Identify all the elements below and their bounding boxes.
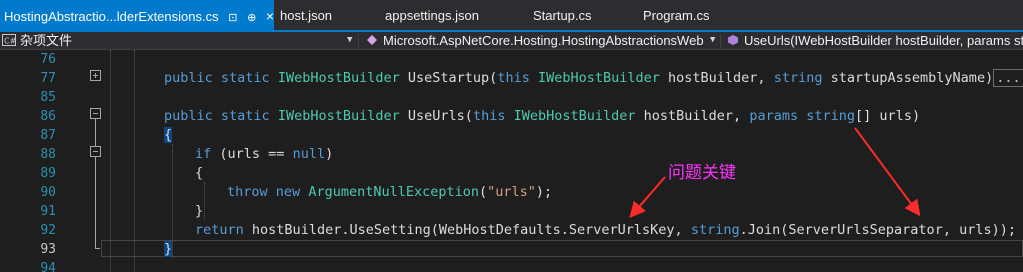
type-label: Microsoft.AspNetCore.Hosting.HostingAbst… bbox=[383, 33, 704, 48]
project-label: 杂项文件 bbox=[20, 33, 73, 48]
type-dropdown[interactable]: Microsoft.AspNetCore.Hosting.HostingAbst… bbox=[365, 32, 711, 50]
tab-program-cs[interactable]: Program.cs bbox=[643, 0, 709, 32]
member-dropdown[interactable]: UseUrls(IWebHostBuilder hostBuilder, par… bbox=[726, 32, 1023, 50]
close-icon[interactable]: × bbox=[266, 0, 274, 32]
code-editor[interactable]: 76 77 public static IWebHostBuilder UseS… bbox=[0, 50, 1023, 272]
member-label: UseUrls(IWebHostBuilder hostBuilder, par… bbox=[744, 33, 1023, 48]
method-icon bbox=[728, 35, 738, 45]
annotation-arrow-left bbox=[629, 176, 666, 219]
csharp-file-icon: C# bbox=[2, 34, 16, 46]
tab-appsettings-json[interactable]: appsettings.json bbox=[385, 0, 479, 32]
tab-label: Program.cs bbox=[643, 8, 710, 23]
tab-label: appsettings.json bbox=[385, 8, 479, 23]
annotation-arrows bbox=[629, 127, 921, 219]
class-icon bbox=[367, 35, 377, 45]
svg-text:C#: C# bbox=[4, 37, 16, 46]
divider bbox=[720, 34, 721, 48]
tab-host-json[interactable]: host.json bbox=[280, 0, 332, 32]
tab-startup-cs[interactable]: Startup.cs bbox=[533, 0, 592, 32]
navigation-bar: C# 杂项文件 ▼ Microsoft.AspNetCore.Hosting.Ho… bbox=[0, 32, 1023, 50]
tab-label: Startup.cs bbox=[533, 8, 592, 23]
annotation-arrow-right bbox=[854, 127, 921, 217]
tab-hostingabstractions[interactable]: HostingAbstractio...lderExtensions.cs ⊡ … bbox=[0, 0, 274, 32]
divider bbox=[358, 34, 359, 48]
chevron-down-icon[interactable]: ▼ bbox=[347, 32, 352, 50]
tab-label: HostingAbstractio...lderExtensions.cs bbox=[4, 9, 219, 24]
tab-label: host.json bbox=[280, 8, 333, 23]
chevron-down-icon[interactable]: ▼ bbox=[710, 32, 715, 50]
document-tab-strip: HostingAbstractio...lderExtensions.cs ⊡ … bbox=[0, 0, 1023, 32]
project-dropdown[interactable]: C# 杂项文件 bbox=[2, 32, 354, 50]
